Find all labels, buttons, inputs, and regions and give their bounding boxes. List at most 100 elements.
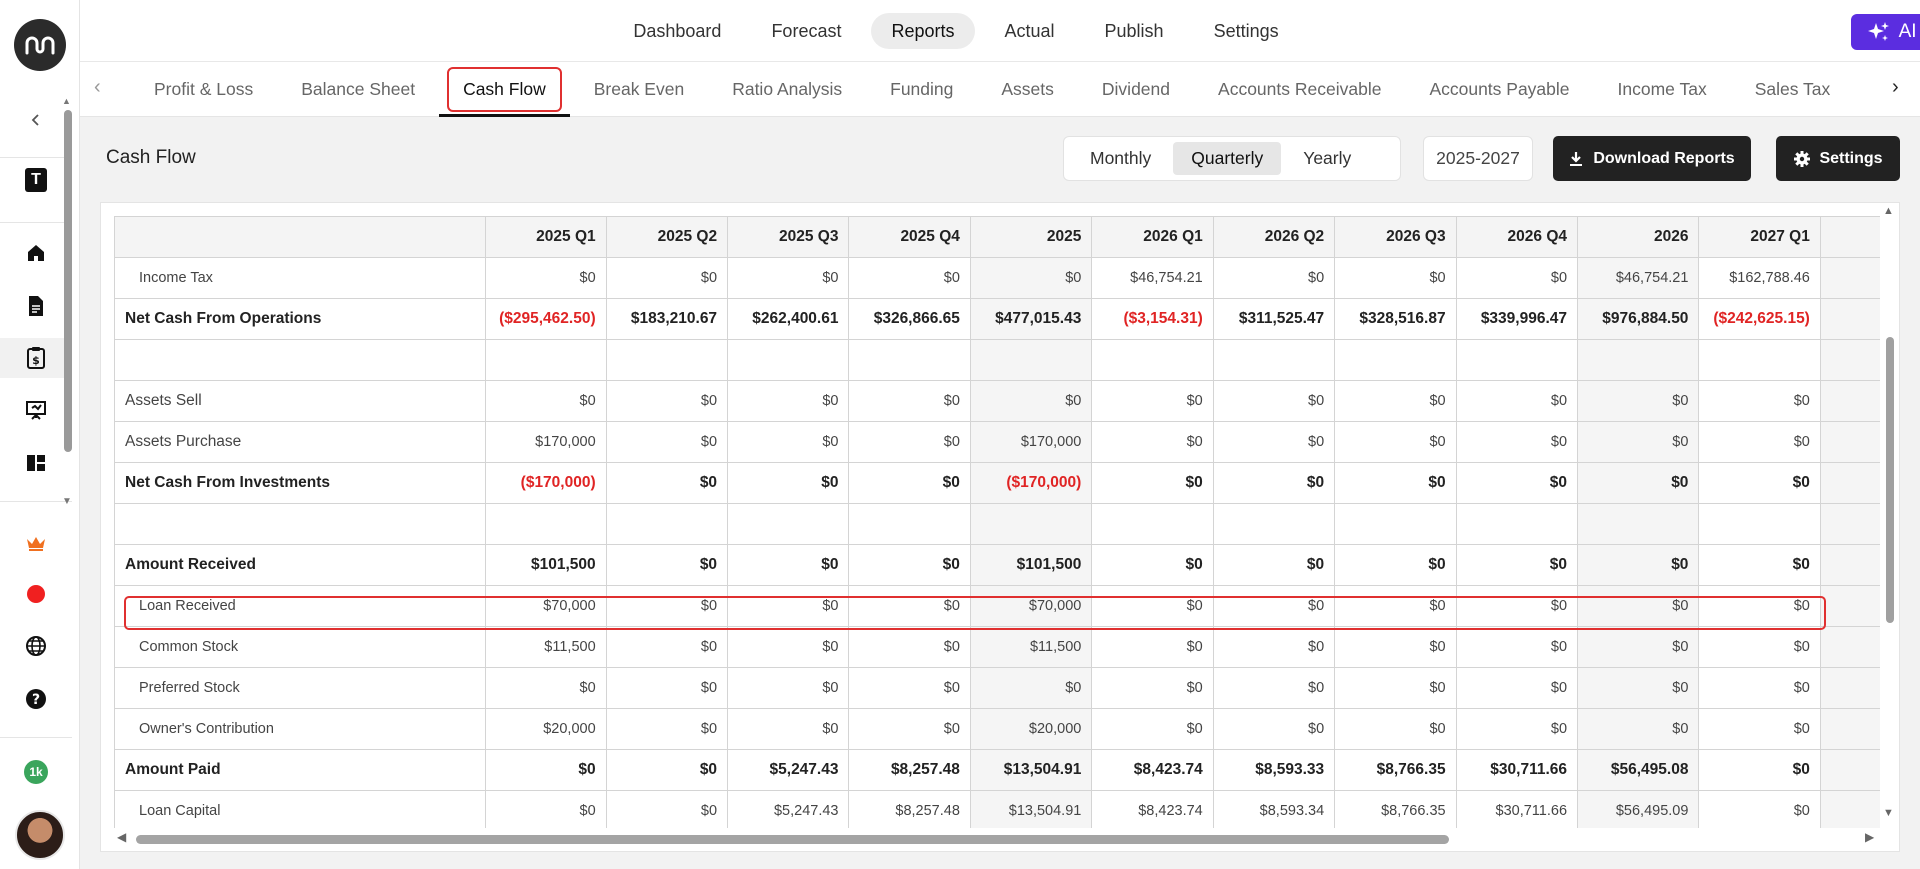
table-cell: ($3,154.31) (1091, 298, 1214, 340)
table-cell (1698, 503, 1821, 545)
table-cell: $70,000 (485, 585, 607, 627)
tabs-scroll-right-icon[interactable]: › (1892, 76, 1899, 99)
table-cell (1334, 339, 1457, 381)
table-cell: $0 (727, 462, 850, 504)
presentation-icon[interactable] (0, 390, 72, 430)
date-range-select[interactable]: 2025-2027 (1423, 136, 1533, 181)
nav-item-settings[interactable]: Settings (1194, 13, 1299, 49)
home-icon[interactable] (0, 233, 72, 273)
table-cell (848, 503, 971, 545)
collapse-sidebar-icon[interactable] (0, 100, 72, 140)
table-cell: $101,500 (969, 544, 1093, 586)
table-cell: $0 (848, 626, 971, 668)
table-cell (1091, 503, 1214, 545)
table-scroll-right-icon[interactable]: ▶ (1865, 830, 1874, 844)
table-cell: $976,884.50 (1577, 298, 1700, 340)
table-cell: $0 (848, 585, 971, 627)
row-label: Net Cash From Investments (114, 462, 487, 504)
table-cell: $8,766.35 (1334, 749, 1457, 791)
table-cell (1212, 503, 1336, 545)
table-cell: $0 (1455, 667, 1579, 709)
ai-assist-button[interactable]: AI Assist (1851, 14, 1920, 50)
table-cell: $0 (1698, 380, 1821, 422)
table-row: Amount Received $101,500 $0 $0 $0 $101,500 $0 $… (114, 544, 1880, 586)
table-cell (727, 339, 850, 381)
table-cell (1819, 339, 1880, 381)
table-vertical-scrollbar[interactable] (1886, 337, 1894, 623)
sidebar-scrollbar[interactable] (64, 110, 72, 452)
sidebar-scroll-down-icon[interactable]: ▼ (62, 496, 72, 507)
table-cell: $13,504.91 (969, 749, 1093, 791)
tab-dividend[interactable]: Dividend (1078, 62, 1194, 117)
nav-item-reports[interactable]: Reports (871, 13, 975, 49)
sidebar-divider (0, 222, 72, 223)
tab-balance-sheet[interactable]: Balance Sheet (277, 62, 439, 117)
table-cell: $20,000 (969, 708, 1093, 750)
nav-item-forecast[interactable]: Forecast (751, 13, 861, 49)
tab-break-even[interactable]: Break Even (570, 62, 708, 117)
period-yearly[interactable]: Yearly (1285, 142, 1369, 175)
table-cell: $0 (1091, 585, 1214, 627)
nav-item-dashboard[interactable]: Dashboard (613, 13, 741, 49)
tab-profit-loss[interactable]: Profit & Loss (130, 62, 277, 117)
table-cell (1819, 421, 1880, 463)
table-scroll-left-icon[interactable]: ◀ (117, 830, 126, 844)
table-cell: $183,210.67 (605, 298, 729, 340)
help-icon[interactable]: ? (0, 679, 72, 719)
table-row: Loan Capital $0 $0 $5,247.43 $8,257.48 $13,50… (114, 790, 1880, 828)
report-settings-button[interactable]: Settings (1776, 136, 1900, 181)
period-quarterly[interactable]: Quarterly (1173, 142, 1282, 175)
credits-badge[interactable]: 1k (0, 752, 72, 792)
tab-assets[interactable]: Assets (977, 62, 1078, 117)
tab-label: Dividend (1101, 79, 1171, 99)
workspace-switcher[interactable]: T (0, 160, 72, 200)
tab-label: Accounts Receivable (1218, 79, 1382, 99)
table-cell: $0 (848, 380, 971, 422)
table-cell (1819, 667, 1880, 709)
table-cell: $0 (485, 790, 607, 828)
tab-accounts-receivable[interactable]: Accounts Receivable (1194, 62, 1405, 117)
tab-funding[interactable]: Funding (866, 62, 977, 117)
cash-report-icon[interactable]: $ (0, 338, 72, 378)
table-cell: $8,423.74 (1091, 749, 1214, 791)
table-cell: $0 (605, 380, 729, 422)
tab-sales-tax[interactable]: Sales Tax (1731, 62, 1855, 117)
table-cell: $0 (1698, 585, 1821, 627)
table-row: Preferred Stock $0 $0 $0 $0 $0 $0 $0 $0 $0 $0 $0 (114, 667, 1880, 709)
tab-ratio-analysis[interactable]: Ratio Analysis (708, 62, 866, 117)
table-cell: $56,495.09 (1577, 790, 1700, 828)
table-cell: $0 (1698, 749, 1821, 791)
table-horizontal-scrollbar[interactable] (136, 835, 1449, 844)
tab-accounts-payable[interactable]: Accounts Payable (1405, 62, 1593, 117)
period-monthly[interactable]: Monthly (1072, 142, 1169, 175)
row-label: Assets Sell (114, 380, 487, 422)
document-icon[interactable] (0, 286, 72, 326)
table-cell: $0 (1577, 380, 1700, 422)
dashboard-grid-icon[interactable] (0, 443, 72, 483)
column-header: 2026 Q3 (1334, 216, 1457, 258)
nav-item-actual[interactable]: Actual (985, 13, 1075, 49)
table-scroll-down-icon[interactable]: ▼ (1883, 807, 1894, 819)
table-cell: $311,525.47 (1212, 298, 1336, 340)
table-cell: $477,015.43 (969, 298, 1093, 340)
table-scroll-up-icon[interactable]: ▲ (1883, 205, 1894, 217)
sidebar-scroll-up-icon[interactable]: ▲ (62, 96, 71, 106)
tab-cash-flow[interactable]: Cash Flow (439, 62, 570, 117)
table-row: Loan Received $70,000 $0 $0 $0 $70,000 $0 $0 $0 $… (114, 585, 1880, 627)
tabs-scroll-left-icon[interactable]: ‹ (94, 76, 101, 99)
globe-icon[interactable] (0, 626, 72, 666)
table-cell: $0 (1091, 421, 1214, 463)
tab-income-tax[interactable]: Income Tax (1594, 62, 1731, 117)
app-logo[interactable] (14, 19, 66, 71)
avatar[interactable] (15, 810, 65, 860)
record-icon[interactable] (0, 574, 72, 614)
column-header: 2025 Q1 (485, 216, 607, 258)
download-reports-button[interactable]: Download Reports (1553, 136, 1751, 181)
nav-item-publish[interactable]: Publish (1085, 13, 1184, 49)
row-label (114, 339, 487, 381)
crown-icon[interactable] (0, 523, 72, 563)
sparkle-icon (1867, 22, 1889, 41)
table-cell: $0 (1577, 667, 1700, 709)
workspace-initial: T (25, 168, 47, 192)
table-viewport[interactable]: 2025 Q1 2025 Q2 2025 Q3 2025 Q4 2025 2026 Q1 2… (114, 216, 1880, 828)
